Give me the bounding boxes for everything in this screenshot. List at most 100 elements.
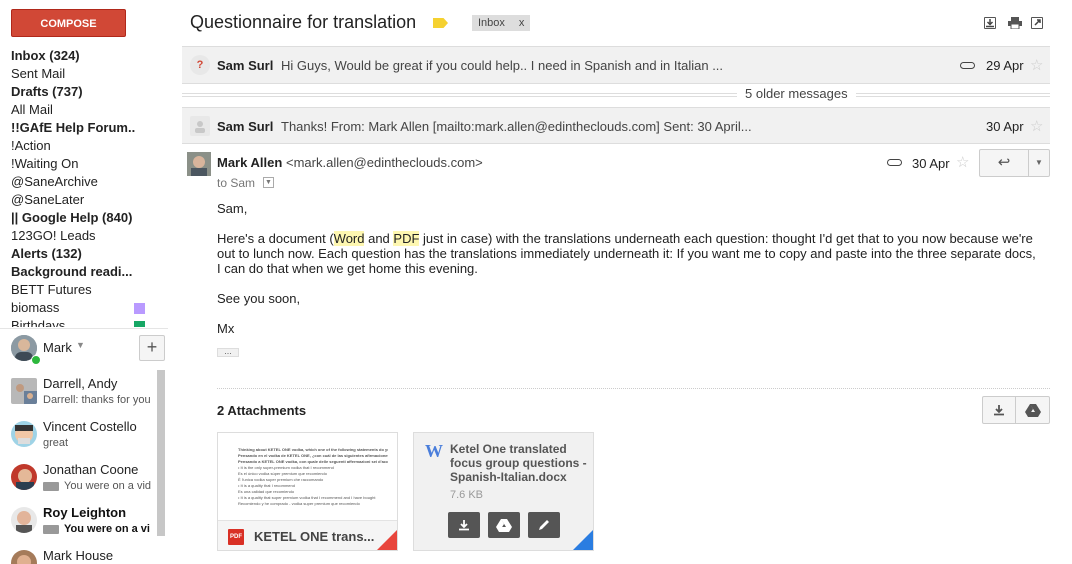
label-inbox[interactable]: Inbox (324) [0, 47, 165, 65]
label-text: Background readi... [11, 264, 133, 279]
label-background-reading[interactable]: Background readi... [0, 263, 165, 281]
more-actions-button[interactable]: ▼ [1028, 149, 1050, 177]
divider [217, 388, 1050, 389]
label-text: !Waiting On [11, 156, 79, 171]
chat-contact[interactable]: Roy Leighton You were on a vi [0, 499, 155, 542]
highlighted-word: PDF [393, 231, 420, 246]
attachment-filename: Ketel One translated focus group questio… [450, 442, 587, 484]
message-sender: Sam Surl [217, 58, 274, 73]
attachment-size: 7.6 KB [450, 489, 484, 501]
recipients-summary: to Sam [217, 176, 256, 190]
star-icon[interactable]: ☆ [1030, 117, 1043, 135]
download-button[interactable] [448, 512, 480, 538]
contact-name: Roy Leighton [43, 505, 127, 520]
label-gafe-help-forum[interactable]: !!GAfE Help Forum.. [0, 119, 165, 137]
older-messages-expander[interactable]: 5 older messages [182, 84, 1050, 104]
attachment-card[interactable]: W Ketel One translated focus group quest… [413, 432, 594, 551]
chat-contact[interactable]: Vincent Costello great [0, 413, 155, 456]
save-all-to-drive-button[interactable] [1015, 396, 1050, 424]
label-sent-mail[interactable]: Sent Mail [0, 65, 165, 83]
chat-contact-list: Darrell, Andy Darrell: thanks for you Vi… [0, 370, 168, 564]
paperclip-icon [887, 159, 902, 166]
message-date: 30 Apr [986, 119, 1024, 134]
sender-email: <mark.allen@edintheclouds.com> [286, 155, 483, 170]
label-bett-futures[interactable]: BETT Futures [0, 281, 165, 299]
greeting: Sam, [217, 201, 248, 216]
body-paragraph: Here's a document (Word and PDF just in … [217, 231, 1042, 276]
label-text: @SaneArchive [11, 174, 98, 189]
importance-tag-icon[interactable] [433, 18, 448, 28]
print-icon[interactable] [1008, 17, 1022, 29]
chat-self-bar: Mark ▼ + [0, 328, 168, 366]
label-all-mail[interactable]: All Mail [0, 101, 165, 119]
label-waiting-on[interactable]: !Waiting On [0, 155, 165, 173]
label-text: Sent Mail [11, 66, 66, 81]
label-text: biomass [11, 300, 60, 315]
reply-arrow-icon: ↩ [997, 154, 1011, 171]
chat-self-name[interactable]: Mark [43, 340, 72, 355]
attachment-card[interactable]: Thinking about KETEL ONE vodka, which on… [217, 432, 398, 551]
avatar [11, 507, 37, 533]
collapsed-message[interactable]: ? Sam Surl Hi Guys, Would be great if yo… [182, 46, 1050, 84]
download-all-attachments-button[interactable] [982, 396, 1016, 424]
signature: Mx [217, 321, 235, 336]
video-camera-icon [43, 525, 59, 534]
show-details-chevron-icon[interactable]: ▼ [263, 177, 274, 188]
label-text: || Google Help (840) [11, 210, 133, 225]
file-type-corner [377, 530, 397, 550]
online-status-dot [31, 355, 41, 365]
edit-button[interactable] [528, 512, 560, 538]
avatar [11, 378, 37, 404]
label-text: 123GO! Leads [11, 228, 96, 243]
label-biomass[interactable]: biomass [0, 299, 165, 317]
word-file-icon: W [425, 441, 443, 461]
label-alerts[interactable]: Alerts (132) [0, 245, 165, 263]
avatar[interactable] [187, 152, 211, 176]
sender-name[interactable]: Mark Allen [217, 155, 282, 170]
message-snippet: Thanks! From: Mark Allen [mailto:mark.al… [281, 119, 752, 134]
label-drafts[interactable]: Drafts (737) [0, 83, 165, 101]
open-in-new-window-icon[interactable] [1031, 17, 1043, 29]
label-sane-archive[interactable]: @SaneArchive [0, 173, 165, 191]
chevron-down-icon[interactable]: ▼ [76, 340, 85, 350]
inbox-label-chip[interactable]: Inbox x [472, 15, 531, 31]
preview-text-line: Recomiendo y he comprado - vodka super p… [238, 501, 360, 506]
compose-button[interactable]: COMPOSE [11, 9, 126, 37]
star-icon[interactable]: ☆ [1030, 56, 1043, 74]
avatar [11, 464, 37, 490]
chat-contact[interactable]: Mark House [0, 542, 155, 564]
remove-label-icon[interactable]: x [519, 17, 525, 29]
chevron-down-icon: ▼ [1035, 158, 1043, 167]
save-to-drive-button[interactable] [488, 512, 520, 538]
pencil-icon [539, 520, 549, 530]
divider [182, 93, 1050, 97]
label-action[interactable]: !Action [0, 137, 165, 155]
download-icon [459, 520, 469, 531]
add-contact-button[interactable]: + [139, 335, 165, 361]
download-all-icon[interactable] [984, 17, 996, 29]
label-list: Inbox (324) Sent Mail Drafts (737) All M… [0, 47, 165, 327]
chat-scrollbar[interactable] [157, 370, 165, 536]
contact-status: great [43, 437, 69, 449]
contact-status: You were on a vid [64, 480, 152, 492]
label-text: Inbox (324) [11, 48, 80, 63]
reply-button[interactable]: ↩ [979, 149, 1029, 177]
collapsed-message[interactable]: Sam Surl Thanks! From: Mark Allen [mailt… [182, 107, 1050, 144]
file-type-corner [573, 530, 593, 550]
star-icon[interactable]: ☆ [956, 153, 969, 171]
label-text: All Mail [11, 102, 53, 117]
body-text: Here's a document ( [217, 231, 334, 246]
attachment-footer: PDF KETEL ONE trans... [218, 520, 397, 550]
chat-contact[interactable]: Darrell, Andy Darrell: thanks for you [0, 370, 155, 413]
older-messages-label: 5 older messages [737, 86, 856, 101]
contact-name: Jonathan Coone [43, 462, 139, 477]
label-birthdays[interactable]: Birthdays [0, 317, 165, 327]
contact-status: Darrell: thanks for you [43, 394, 151, 406]
label-123go-leads[interactable]: 123GO! Leads [0, 227, 165, 245]
chat-contact[interactable]: Jonathan Coone You were on a vid [0, 456, 155, 499]
label-google-help[interactable]: || Google Help (840) [0, 209, 165, 227]
show-trimmed-content-button[interactable]: ... [217, 347, 239, 357]
label-sane-later[interactable]: @SaneLater [0, 191, 165, 209]
message-date: 30 Apr [912, 156, 950, 171]
label-text: Drafts (737) [11, 84, 83, 99]
